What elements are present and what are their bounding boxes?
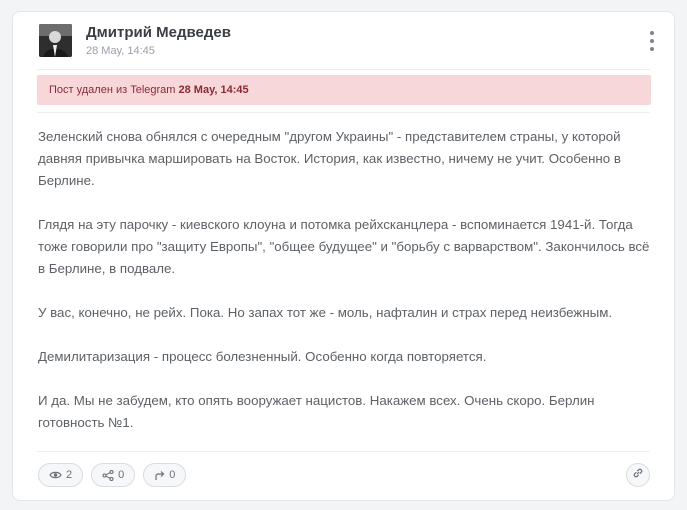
post-paragraph: Зеленский снова обнялся с очередным "дру…: [38, 129, 621, 188]
more-vertical-icon[interactable]: [648, 31, 656, 51]
post-body: Зеленский снова обнялся с очередным "дру…: [38, 126, 658, 456]
notice-date: 28 May, 14:45: [178, 84, 249, 96]
shares-button[interactable]: 0: [91, 463, 136, 487]
notice-divider: [37, 112, 650, 113]
copy-link-button[interactable]: [626, 463, 650, 487]
header-divider: [37, 69, 650, 70]
avatar[interactable]: [39, 24, 72, 57]
author-name[interactable]: Дмитрий Медведев: [86, 24, 231, 41]
deleted-notice: Пост удален из Telegram 28 May, 14:45: [37, 75, 651, 105]
forward-icon: [154, 470, 165, 481]
notice-text: Пост удален из Telegram: [49, 84, 176, 96]
share-icon: [102, 469, 114, 481]
post-paragraph: Демилитаризация - процесс болезненный. О…: [38, 349, 487, 364]
post-paragraph: Глядя на эту парочку - киевского клоуна …: [38, 217, 650, 276]
footer-divider: [37, 451, 650, 452]
post-date: 28 May, 14:45: [86, 45, 155, 57]
post-paragraph: И да. Мы не забудем, кто опять вооружает…: [38, 393, 595, 430]
views-count: 2: [66, 469, 73, 481]
post-paragraph: У вас, конечно, не рейх. Пока. Но запах …: [38, 305, 613, 320]
eye-icon: [49, 470, 62, 480]
post-stats: 2 0 0: [38, 463, 187, 487]
views-button[interactable]: 2: [38, 463, 84, 487]
shares-count: 0: [118, 469, 125, 481]
forwards-count: 0: [169, 469, 176, 481]
link-icon: [632, 466, 644, 484]
post-card: Дмитрий Медведев 28 May, 14:45 Пост удал…: [12, 11, 675, 501]
forwards-button[interactable]: 0: [143, 463, 187, 487]
